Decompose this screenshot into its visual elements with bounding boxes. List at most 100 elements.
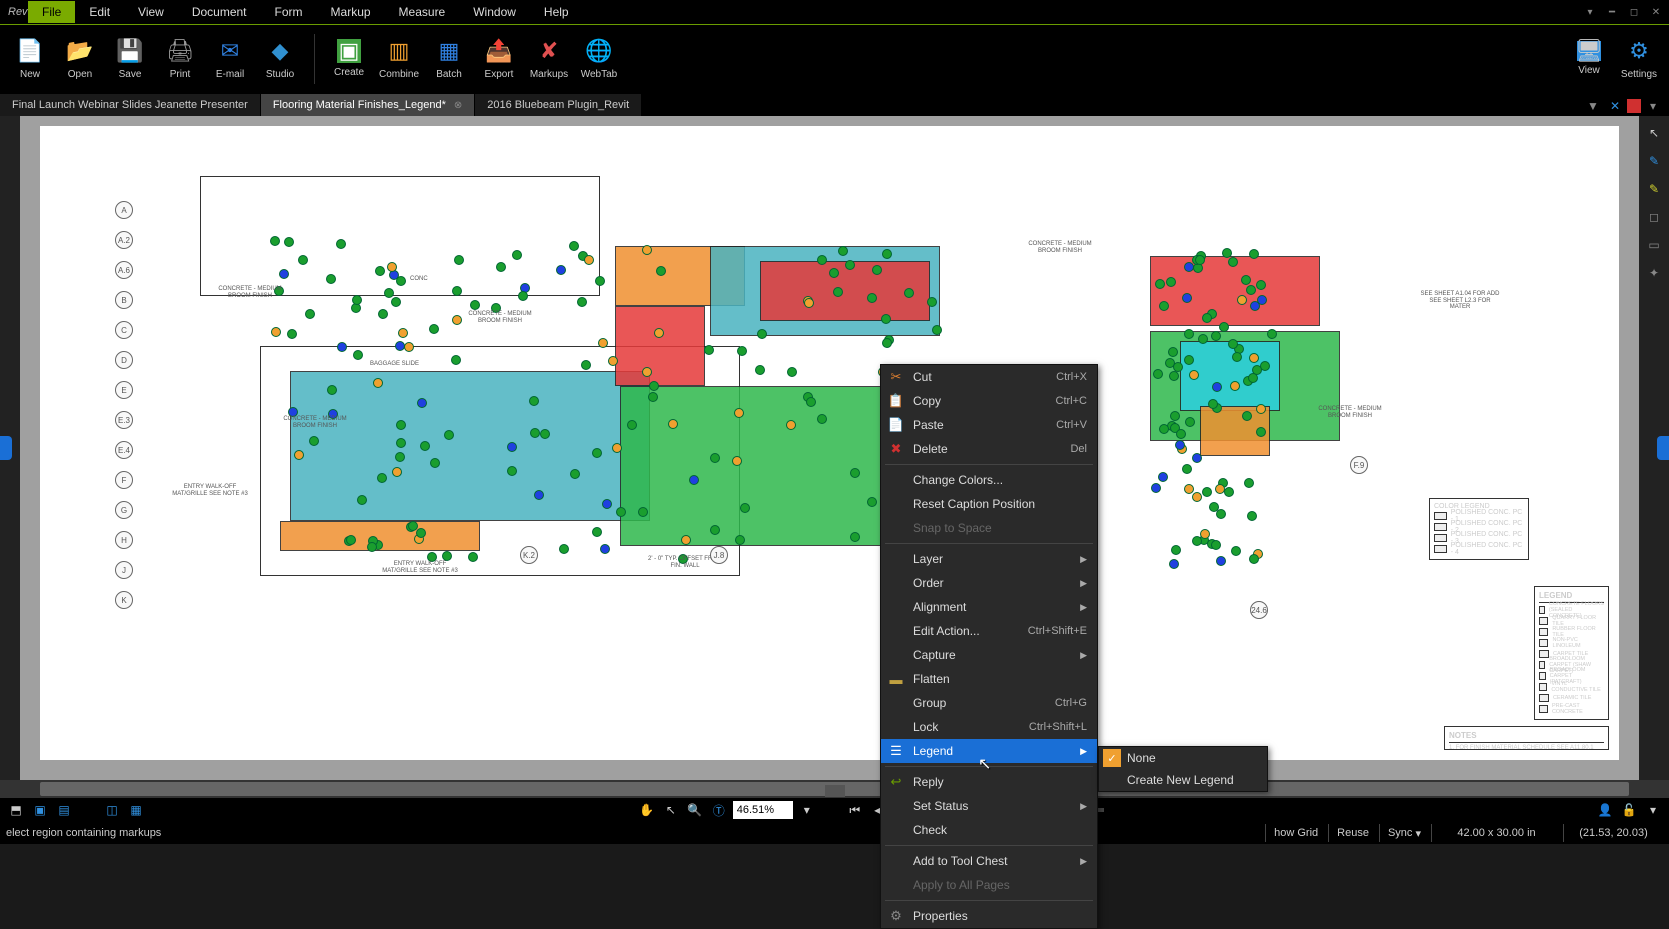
markup-dot[interactable]: [1247, 511, 1257, 521]
ctx-cut[interactable]: ✂CutCtrl+X: [881, 365, 1097, 389]
settings-button[interactable]: ⚙Settings: [1615, 28, 1663, 90]
markup-dot[interactable]: [734, 408, 744, 418]
ctx-copy[interactable]: 📋CopyCtrl+C: [881, 389, 1097, 413]
ctx-alignment[interactable]: Alignment▶: [881, 595, 1097, 619]
markup-dot[interactable]: [1222, 248, 1232, 258]
markup-dot[interactable]: [1249, 554, 1259, 564]
markup-dot[interactable]: [559, 544, 569, 554]
markup-dot[interactable]: [507, 442, 517, 452]
markup-dot[interactable]: [1208, 399, 1218, 409]
status-sync[interactable]: Sync ▾: [1379, 824, 1429, 842]
nav-split-icon[interactable]: ◫: [102, 800, 122, 820]
zoom-dropdown-icon[interactable]: ▾: [797, 800, 817, 820]
markup-dot[interactable]: [271, 327, 281, 337]
ctx-order[interactable]: Order▶: [881, 571, 1097, 595]
markup-dot[interactable]: [649, 381, 659, 391]
horizontal-scrollbar[interactable]: [0, 780, 1669, 798]
ctx-properties[interactable]: ⚙Properties: [881, 904, 1097, 928]
markup-dot[interactable]: [270, 236, 280, 246]
markup-dot[interactable]: [757, 329, 767, 339]
document-tab-2[interactable]: 2016 Bluebeam Plugin_Revit: [475, 94, 642, 116]
markup-dot[interactable]: [1267, 329, 1277, 339]
markup-dot[interactable]: [867, 497, 877, 507]
markup-dot[interactable]: [444, 430, 454, 440]
markup-dot[interactable]: [1158, 472, 1168, 482]
ctx-paste[interactable]: 📄PasteCtrl+V: [881, 413, 1097, 437]
markup-dot[interactable]: [357, 495, 367, 505]
markup-dot[interactable]: [577, 297, 587, 307]
print-button[interactable]: 🖨Print: [156, 28, 204, 90]
markup-dot[interactable]: [1215, 484, 1225, 494]
highlighter-tool-icon[interactable]: ✎: [1643, 178, 1665, 200]
markup-dot[interactable]: [882, 249, 892, 259]
markup-dot[interactable]: [451, 355, 461, 365]
markup-dot[interactable]: [595, 276, 605, 286]
new-button[interactable]: 📄New: [6, 28, 54, 90]
close-window-button[interactable]: ✕: [1647, 4, 1665, 20]
markup-dot[interactable]: [470, 300, 480, 310]
menu-markup[interactable]: Markup: [317, 1, 385, 23]
menu-view[interactable]: View: [124, 1, 178, 23]
markup-dot[interactable]: [1195, 255, 1205, 265]
view-button[interactable]: 🖥View: [1565, 28, 1613, 90]
submenu-none[interactable]: None: [1099, 747, 1267, 769]
markup-dot[interactable]: [600, 544, 610, 554]
markup-dot[interactable]: [305, 309, 315, 319]
maximize-button[interactable]: ◻: [1625, 4, 1643, 20]
nav-home-icon[interactable]: ⬒: [6, 800, 26, 820]
menu-measure[interactable]: Measure: [385, 1, 460, 23]
markup-dot[interactable]: [287, 329, 297, 339]
markup-dot[interactable]: [327, 385, 337, 395]
ctx-add-to-tool-chest[interactable]: Add to Tool Chest▶: [881, 849, 1097, 873]
markup-dot[interactable]: [1184, 329, 1194, 339]
tab-dropdown-icon[interactable]: ▼: [1583, 96, 1603, 116]
status-showgrid[interactable]: how Grid: [1265, 824, 1326, 842]
markup-dot[interactable]: [1202, 313, 1212, 323]
markup-dot[interactable]: [882, 338, 892, 348]
markup-dot[interactable]: [1166, 277, 1176, 287]
markup-dot[interactable]: [1256, 427, 1266, 437]
markup-dot[interactable]: [1244, 478, 1254, 488]
markup-dot[interactable]: [737, 346, 747, 356]
markup-dot[interactable]: [420, 441, 430, 451]
batch-button[interactable]: ▦Batch: [425, 28, 473, 90]
markup-dot[interactable]: [387, 262, 397, 272]
ctx-edit-action-[interactable]: Edit Action...Ctrl+Shift+E: [881, 619, 1097, 643]
markup-dot[interactable]: [1182, 464, 1192, 474]
ctx-flatten[interactable]: ▬Flatten: [881, 667, 1097, 691]
ctx-reset-caption-position[interactable]: Reset Caption Position: [881, 492, 1097, 516]
markup-dot[interactable]: [584, 255, 594, 265]
markup-dot[interactable]: [829, 268, 839, 278]
tab-more-icon[interactable]: ▾: [1643, 96, 1663, 116]
ctx-layer[interactable]: Layer▶: [881, 547, 1097, 571]
markup-dot[interactable]: [1171, 545, 1181, 555]
scrollbar-thumb[interactable]: [40, 782, 1629, 796]
help-dropdown-icon[interactable]: ▾: [1581, 4, 1599, 20]
arrow-tool-icon[interactable]: ↖: [1643, 122, 1665, 144]
pen-tool-icon[interactable]: ✎: [1643, 150, 1665, 172]
markup-dot[interactable]: [1249, 353, 1259, 363]
menu-file[interactable]: File: [28, 1, 75, 23]
zoom-tool-icon[interactable]: 🔍: [685, 800, 705, 820]
markup-dot[interactable]: [1224, 487, 1234, 497]
tab-close-icon[interactable]: ⊗: [454, 100, 462, 111]
nav-fitwidth-icon[interactable]: ▤: [54, 800, 74, 820]
markup-dot[interactable]: [681, 535, 691, 545]
markup-dot[interactable]: [755, 365, 765, 375]
markup-dot[interactable]: [570, 469, 580, 479]
status-reuse[interactable]: Reuse: [1328, 824, 1377, 842]
user-icon[interactable]: 👤: [1595, 800, 1615, 820]
markup-dot[interactable]: [1169, 371, 1179, 381]
markup-dot[interactable]: [1257, 295, 1267, 305]
ctx-capture[interactable]: Capture▶: [881, 643, 1097, 667]
markup-dot[interactable]: [932, 325, 942, 335]
room-highlight[interactable]: [615, 306, 705, 386]
markup-dot[interactable]: [1211, 540, 1221, 550]
markup-dot[interactable]: [1184, 355, 1194, 365]
tab-pin-icon[interactable]: [1627, 99, 1641, 113]
save-button[interactable]: 💾Save: [106, 28, 154, 90]
ctx-lock[interactable]: LockCtrl+Shift+L: [881, 715, 1097, 739]
export-button[interactable]: 📤Export: [475, 28, 523, 90]
stamp-tool-icon[interactable]: ✦: [1643, 262, 1665, 284]
markup-dot[interactable]: [598, 338, 608, 348]
